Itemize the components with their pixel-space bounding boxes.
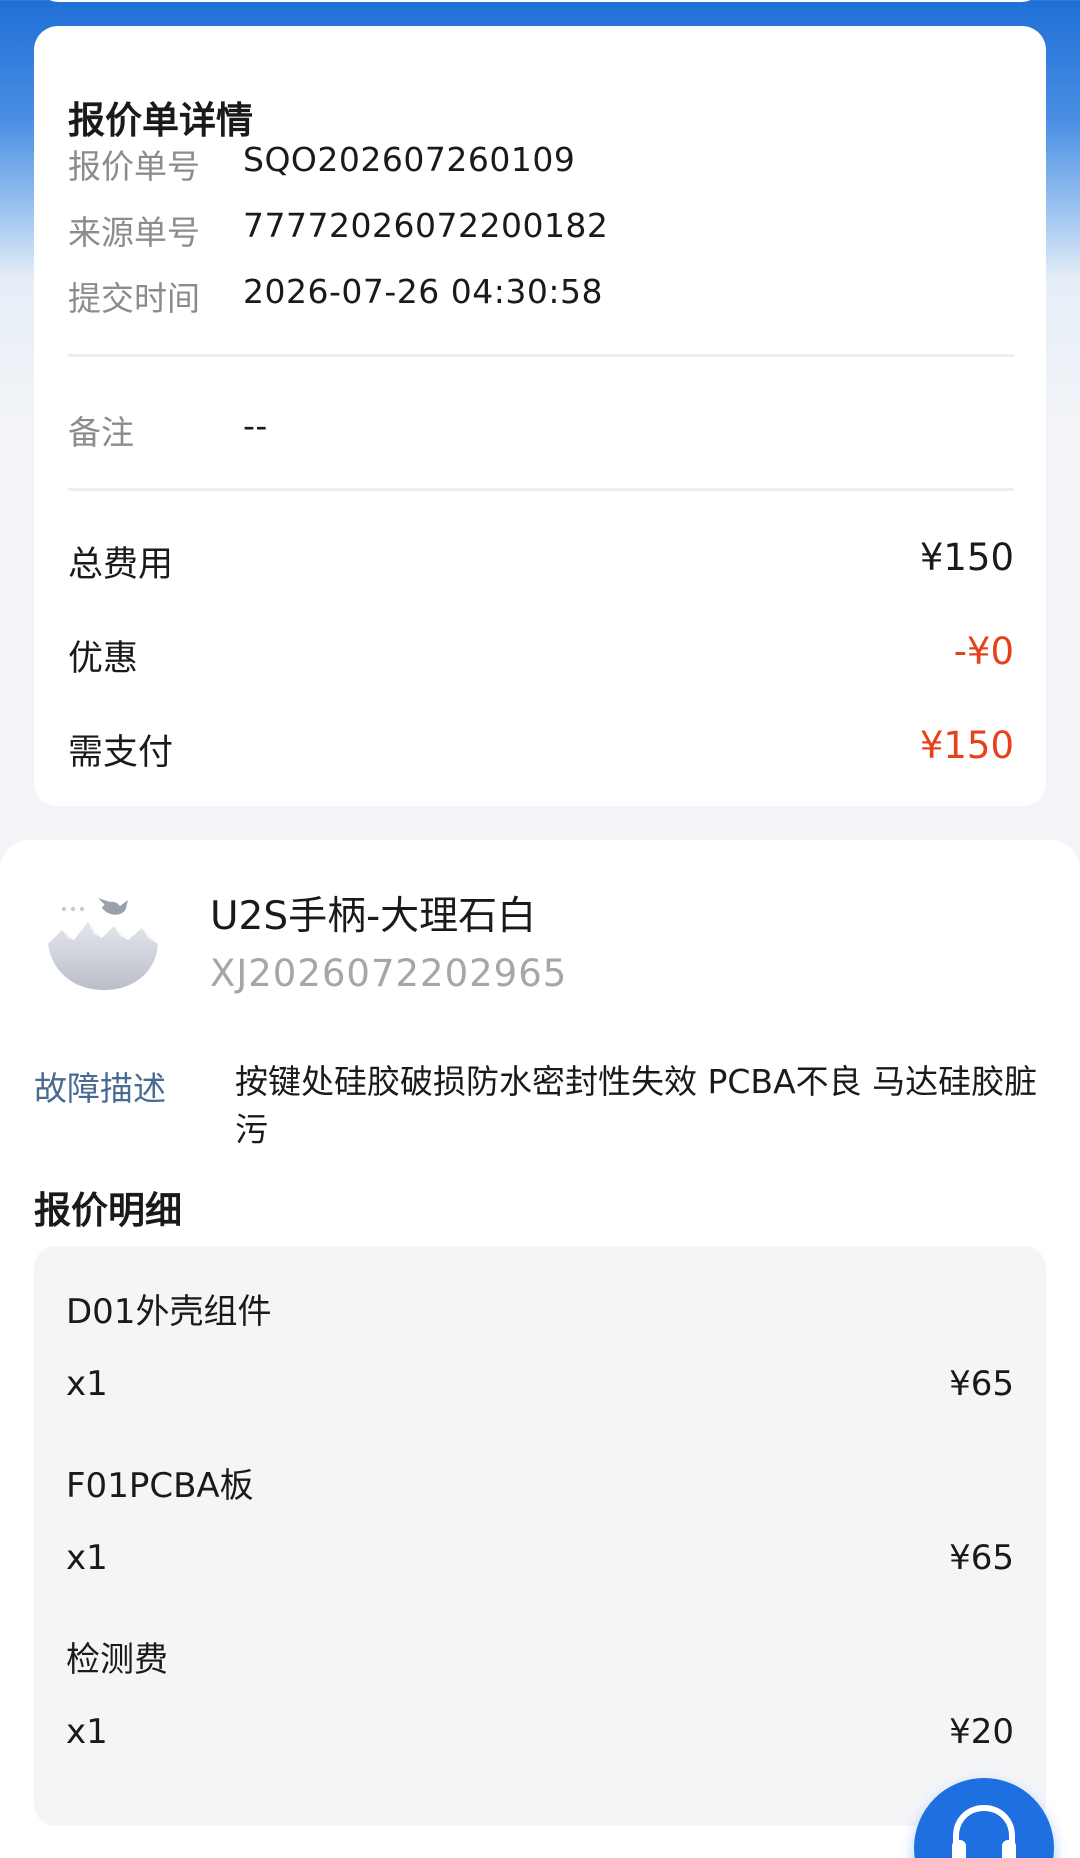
item-quantity: x1 <box>66 1712 108 1752</box>
source-number-label: 来源单号 <box>68 213 200 252</box>
placeholder-mountain-bird-icon <box>44 886 164 996</box>
item-price: ¥20 <box>949 1712 1014 1752</box>
previous-card-edge <box>40 0 1040 2</box>
quote-detail-title: 报价单详情 <box>68 99 253 142</box>
quote-number-label: 报价单号 <box>68 147 200 186</box>
discount-label: 优惠 <box>68 639 139 679</box>
quote-breakdown-title: 报价明细 <box>34 1189 182 1232</box>
fault-description-text: 按键处硅胶破损防水密封性失效 PCBA不良 马达硅胶脏污 <box>235 1062 1038 1149</box>
item-quantity: x1 <box>66 1364 108 1404</box>
item-name: 检测费 <box>66 1640 168 1680</box>
item-name: D01外壳组件 <box>66 1292 272 1332</box>
divider <box>68 488 1014 491</box>
fault-description-label: 故障描述 <box>34 1069 166 1108</box>
remark-label: 备注 <box>68 413 134 452</box>
item-price: ¥65 <box>949 1364 1014 1404</box>
product-code: XJ2026072202965 <box>210 952 568 995</box>
quote-detail-card: 报价单详情 报价单号 SQO202607260109 来源单号 77772026… <box>34 26 1046 806</box>
total-fee-value: ¥150 <box>919 536 1014 579</box>
discount-row: 优惠 -¥0 <box>68 630 1014 680</box>
quote-breakdown-box: D01外壳组件 x1 ¥65 F01PCBA板 x1 ¥65 检测费 x1 ¥2… <box>34 1246 1046 1826</box>
item-quantity: x1 <box>66 1538 108 1578</box>
source-number-value: 77772026072200182 <box>243 206 609 245</box>
total-fee-row: 总费用 ¥150 <box>68 536 1014 586</box>
divider <box>68 354 1014 357</box>
item-price: ¥65 <box>949 1538 1014 1578</box>
product-name: U2S手柄-大理石白 <box>210 894 537 939</box>
total-fee-label: 总费用 <box>68 545 174 585</box>
discount-value: -¥0 <box>953 630 1014 673</box>
product-card: U2S手柄-大理石白 XJ2026072202965 故障描述 按键处硅胶破损防… <box>0 840 1080 1858</box>
quote-number-value: SQO202607260109 <box>243 140 576 179</box>
headset-icon <box>952 1804 1016 1858</box>
payable-row: 需支付 ¥150 <box>68 724 1014 774</box>
submit-time-value: 2026-07-26 04:30:58 <box>243 272 603 311</box>
remark-value: -- <box>243 406 268 445</box>
payable-value: ¥150 <box>919 724 1014 767</box>
submit-time-label: 提交时间 <box>68 279 200 318</box>
item-name: F01PCBA板 <box>66 1466 254 1506</box>
payable-label: 需支付 <box>68 733 174 773</box>
